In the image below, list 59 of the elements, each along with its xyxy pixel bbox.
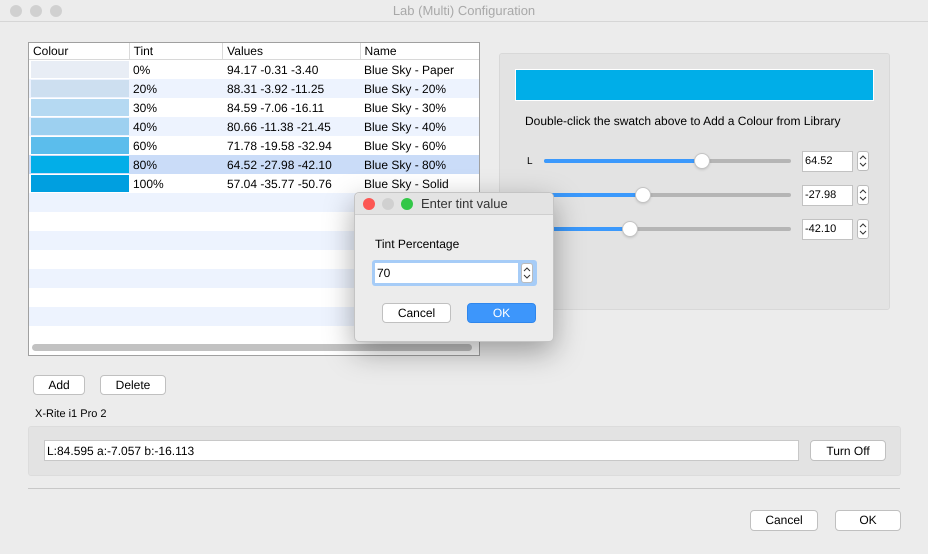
add-button[interactable]: Add: [33, 375, 85, 395]
table-cell: 88.31 -3.92 -11.25: [227, 82, 324, 96]
swatch-hint: Double-click the swatch above to Add a Colour from Library: [524, 113, 840, 130]
table-cell: 57.04 -35.77 -50.76: [227, 176, 332, 190]
device-title: X-Rite i1 Pro 2: [35, 407, 107, 422]
slider-thumb[interactable]: [622, 221, 638, 237]
stepper-icon[interactable]: [857, 185, 869, 205]
table-cell: Blue Sky - Solid: [364, 176, 449, 190]
table-cell: 60%: [133, 138, 158, 152]
close-button[interactable]: [10, 4, 22, 16]
minimize-button[interactable]: [30, 4, 42, 16]
table-cell: 80%: [133, 158, 158, 172]
table-cell: Blue Sky - 20%: [364, 82, 446, 96]
table-cell: 94.17 -0.31 -3.40: [227, 62, 318, 76]
column-header[interactable]: Colour: [33, 42, 68, 60]
dialog-title: Enter tint value: [421, 194, 508, 213]
table-cell: Blue Sky - 30%: [364, 100, 446, 114]
ok-button[interactable]: OK: [835, 510, 901, 530]
slider-label: L: [527, 154, 534, 168]
table-cell: 64.52 -27.98 -42.10: [227, 158, 332, 172]
table-cell: 0%: [133, 62, 150, 76]
stepper-icon[interactable]: [857, 219, 869, 239]
column-header[interactable]: Name: [364, 42, 397, 60]
table-cell: 84.59 -7.06 -16.11: [227, 100, 324, 114]
slider-thumb[interactable]: [694, 153, 710, 169]
table-cell: 40%: [133, 120, 158, 134]
table-cell: 20%: [133, 82, 158, 96]
zoom-button[interactable]: [401, 198, 413, 210]
window-title: Lab (Multi) Configuration: [392, 2, 536, 20]
turn-off-button[interactable]: Turn Off: [810, 440, 886, 461]
tint-input[interactable]: 70: [375, 263, 518, 283]
scroll-bar[interactable]: [32, 344, 472, 351]
table-cell: 71.78 -19.58 -32.94: [227, 138, 332, 152]
colour-swatch[interactable]: [515, 69, 874, 101]
reading-field[interactable]: L:84.595 a:-7.057 b:-16.113: [44, 440, 799, 461]
cancel-button[interactable]: Cancel: [382, 303, 451, 323]
value-field[interactable]: -27.98: [802, 184, 853, 206]
column-header[interactable]: Values: [227, 42, 263, 60]
table-cell: 30%: [133, 100, 158, 114]
table-row[interactable]: 20% 88.31 -3.92 -11.25 Blue Sky - 20%: [29, 79, 479, 98]
value-field[interactable]: 64.52: [802, 150, 853, 172]
slider-thumb[interactable]: [634, 187, 651, 203]
close-button[interactable]: [363, 198, 375, 210]
stepper-icon[interactable]: [857, 151, 869, 171]
table-row[interactable]: 80% 64.52 -27.98 -42.10 Blue Sky - 80%: [29, 155, 479, 174]
table-cell: Blue Sky - 80%: [364, 158, 446, 172]
zoom-button[interactable]: [50, 4, 62, 16]
column-header[interactable]: Tint: [134, 42, 154, 60]
field-label: Tint Percentage: [375, 236, 460, 253]
value-field[interactable]: -42.10: [802, 218, 853, 240]
table-cell: 80.66 -11.38 -21.45: [227, 120, 331, 134]
table-row[interactable]: 40% 80.66 -11.38 -21.45 Blue Sky - 40%: [29, 117, 479, 136]
table-cell: Blue Sky - 40%: [364, 120, 446, 134]
table-cell: Blue Sky - 60%: [364, 138, 446, 152]
table-cell: 100%: [133, 176, 164, 190]
table-cell: Blue Sky - Paper: [364, 62, 454, 76]
delete-button[interactable]: Delete: [100, 375, 166, 395]
stepper-icon[interactable]: [521, 263, 533, 283]
cancel-button[interactable]: Cancel: [750, 510, 818, 530]
